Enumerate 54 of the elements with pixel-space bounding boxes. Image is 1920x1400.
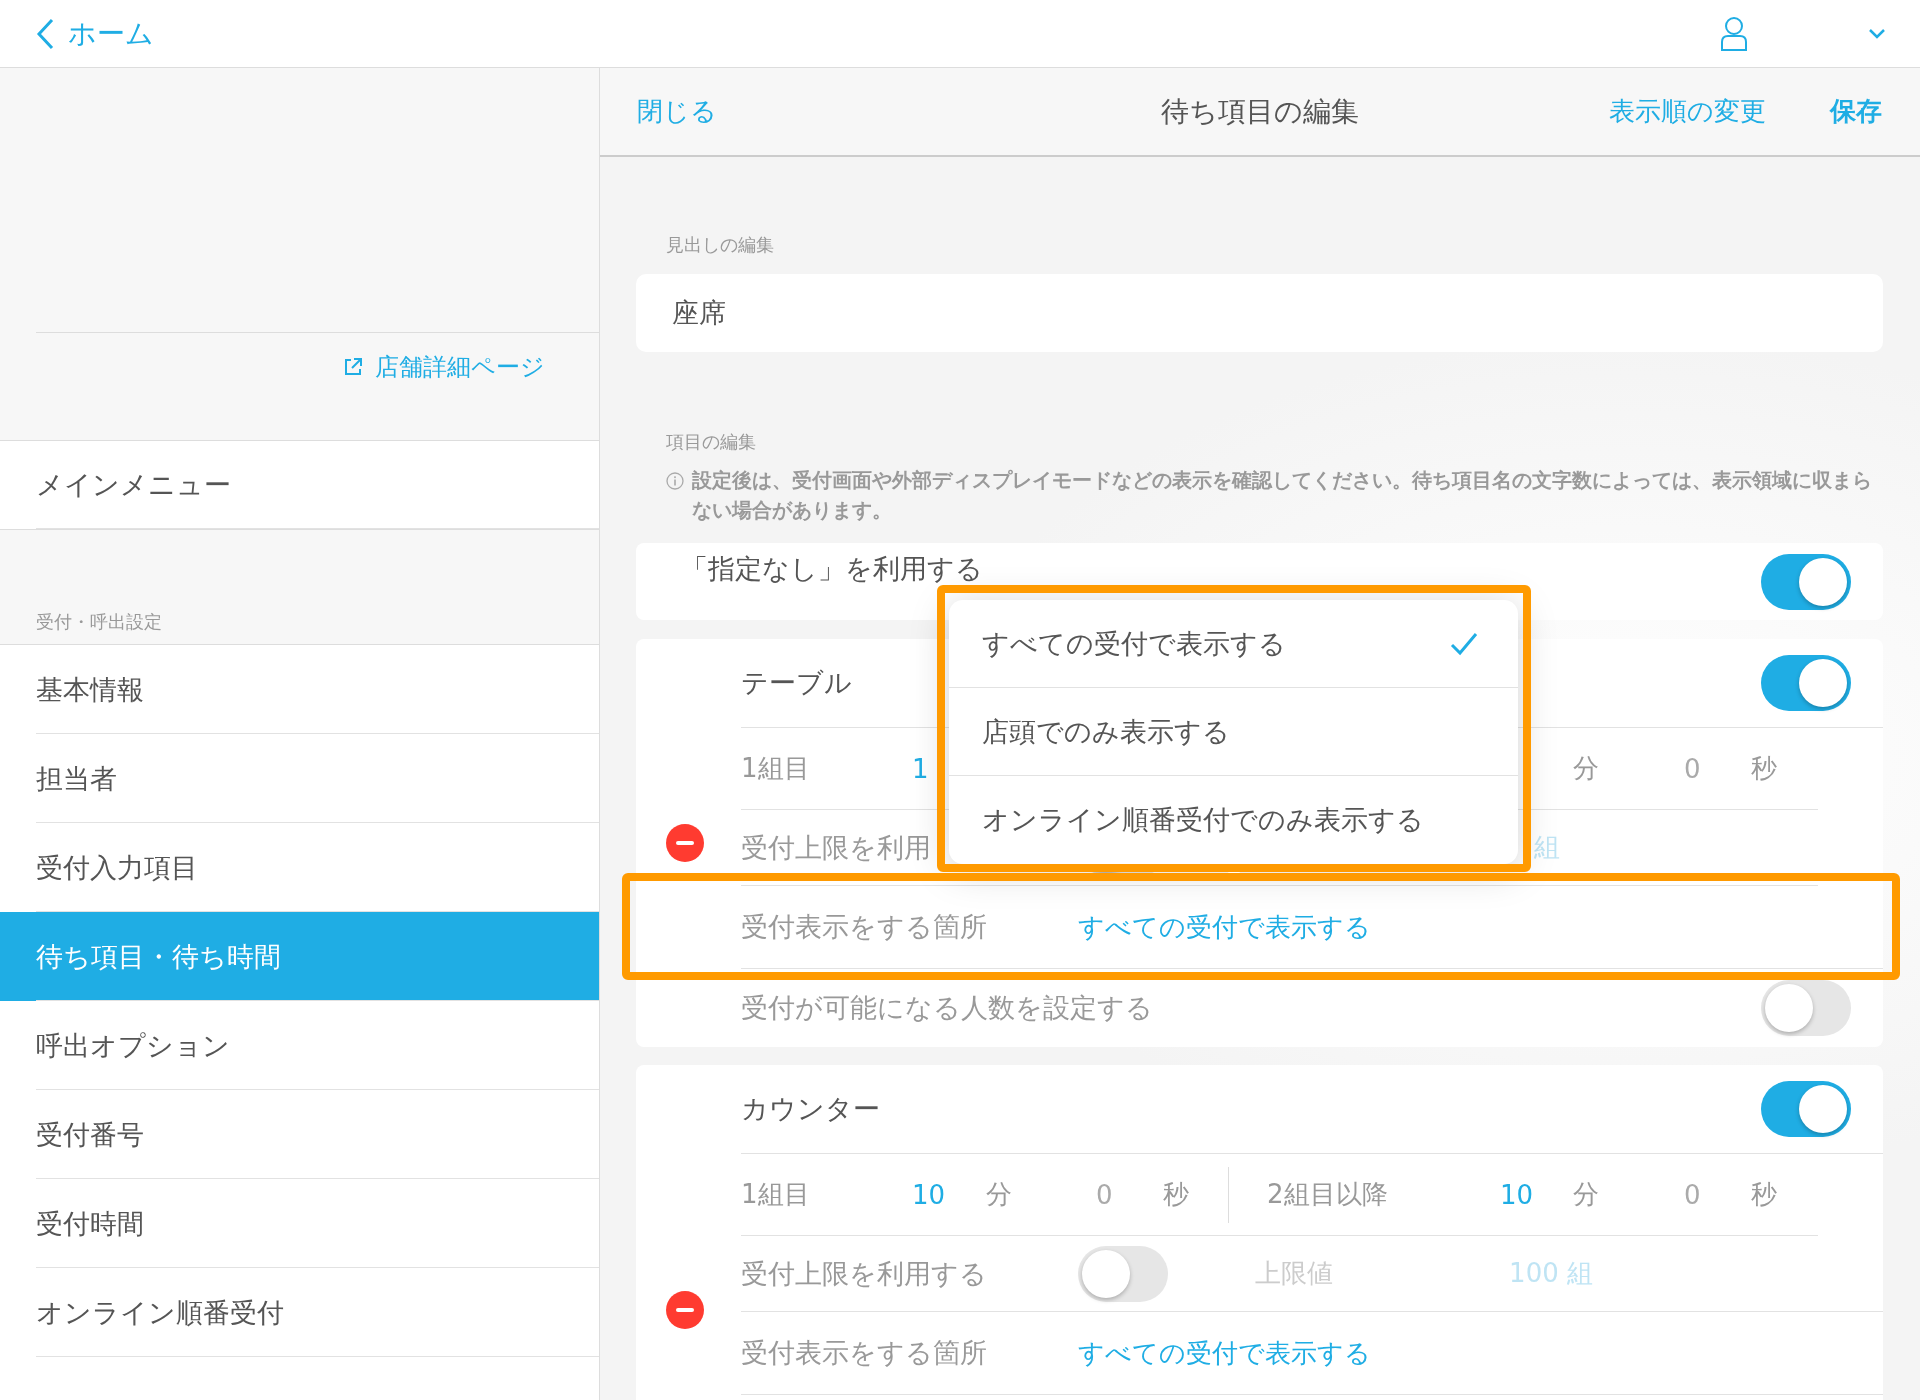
seconds-value[interactable]: 0 — [1684, 753, 1751, 784]
page-title: 待ち項目の編集 — [1161, 93, 1359, 130]
chevron-down-icon[interactable] — [1868, 27, 1886, 40]
unit-label: 分 — [1573, 752, 1600, 785]
unit-label: 分 — [1573, 1178, 1600, 1211]
section-caption: 項目の編集 — [665, 430, 757, 454]
store-detail-link[interactable]: 店舗詳細ページ — [343, 351, 545, 383]
limit-label: 受付上限を利用する — [741, 1256, 988, 1291]
popover-option[interactable]: オンライン順番受付でのみ表示する — [949, 776, 1518, 864]
toggle-switch[interactable] — [1761, 980, 1851, 1036]
item-name: カウンター — [741, 1092, 880, 1126]
display-location-label: 受付表示をする箇所 — [741, 910, 988, 944]
sidebar-item[interactable]: 待ち項目・待ち時間 — [0, 912, 599, 1001]
info-icon — [666, 472, 684, 490]
unspecified-label: 「指定なし」を利用する — [681, 551, 983, 586]
limit-value: 組 — [1534, 831, 1560, 864]
group-label: 1組目 — [741, 1178, 811, 1211]
user-icon[interactable] — [1720, 15, 1748, 52]
remove-button[interactable] — [666, 1291, 704, 1329]
section-title: 受付・呼出設定 — [36, 610, 162, 634]
close-link[interactable]: 閉じる — [637, 94, 717, 129]
external-link-icon — [343, 357, 363, 377]
group-label: 2組目以降 — [1267, 1178, 1389, 1211]
reorder-link[interactable]: 表示順の変更 — [1609, 94, 1766, 129]
unit-label: 秒 — [1751, 752, 1778, 785]
group-label: 1組目 — [741, 752, 811, 785]
chevron-left-icon — [36, 17, 54, 50]
toggle-switch[interactable] — [1761, 1081, 1851, 1137]
remove-button[interactable] — [666, 824, 704, 862]
minutes-value[interactable]: 10 — [1500, 1179, 1573, 1210]
back-link[interactable]: ホーム — [36, 14, 154, 53]
minutes-value[interactable]: 10 — [912, 1179, 986, 1210]
seconds-value[interactable]: 0 — [1096, 1179, 1163, 1210]
limit-value: 100 組 — [1509, 1257, 1593, 1290]
people-setting-label: 受付が可能になる人数を設定する — [741, 991, 1153, 1025]
item-name: テーブル — [741, 666, 852, 700]
unit-label: 秒 — [1751, 1178, 1778, 1211]
toggle-switch[interactable] — [1761, 655, 1851, 711]
display-location-label: 受付表示をする箇所 — [741, 1336, 988, 1370]
limit-label: 受付上限を利用 — [741, 830, 932, 865]
section-caption: 見出しの編集 — [665, 233, 775, 257]
display-location-value[interactable]: すべての受付で表示する — [1078, 1335, 1851, 1371]
heading-field[interactable]: 座席 — [636, 274, 1883, 352]
seconds-value[interactable]: 0 — [1684, 1179, 1751, 1210]
unit-label: 分 — [986, 1178, 1013, 1211]
popover-option[interactable]: すべての受付で表示する — [949, 600, 1518, 688]
display-location-value[interactable]: すべての受付で表示する — [1078, 909, 1851, 945]
toggle-switch[interactable] — [1078, 1245, 1168, 1302]
save-link[interactable]: 保存 — [1830, 94, 1882, 129]
unit-label: 秒 — [1163, 1178, 1190, 1211]
sidebar-item[interactable]: メインメニュー — [0, 440, 599, 529]
popover-option[interactable]: 店頭でのみ表示する — [949, 688, 1518, 776]
info-text: 設定後は、受付画面や外部ディスプレイモードなどの表示を確認してください。待ち項目名の文字数によっては、表示領域に収まらない場合があります。 — [692, 468, 1873, 524]
toggle-switch[interactable] — [1761, 553, 1851, 610]
